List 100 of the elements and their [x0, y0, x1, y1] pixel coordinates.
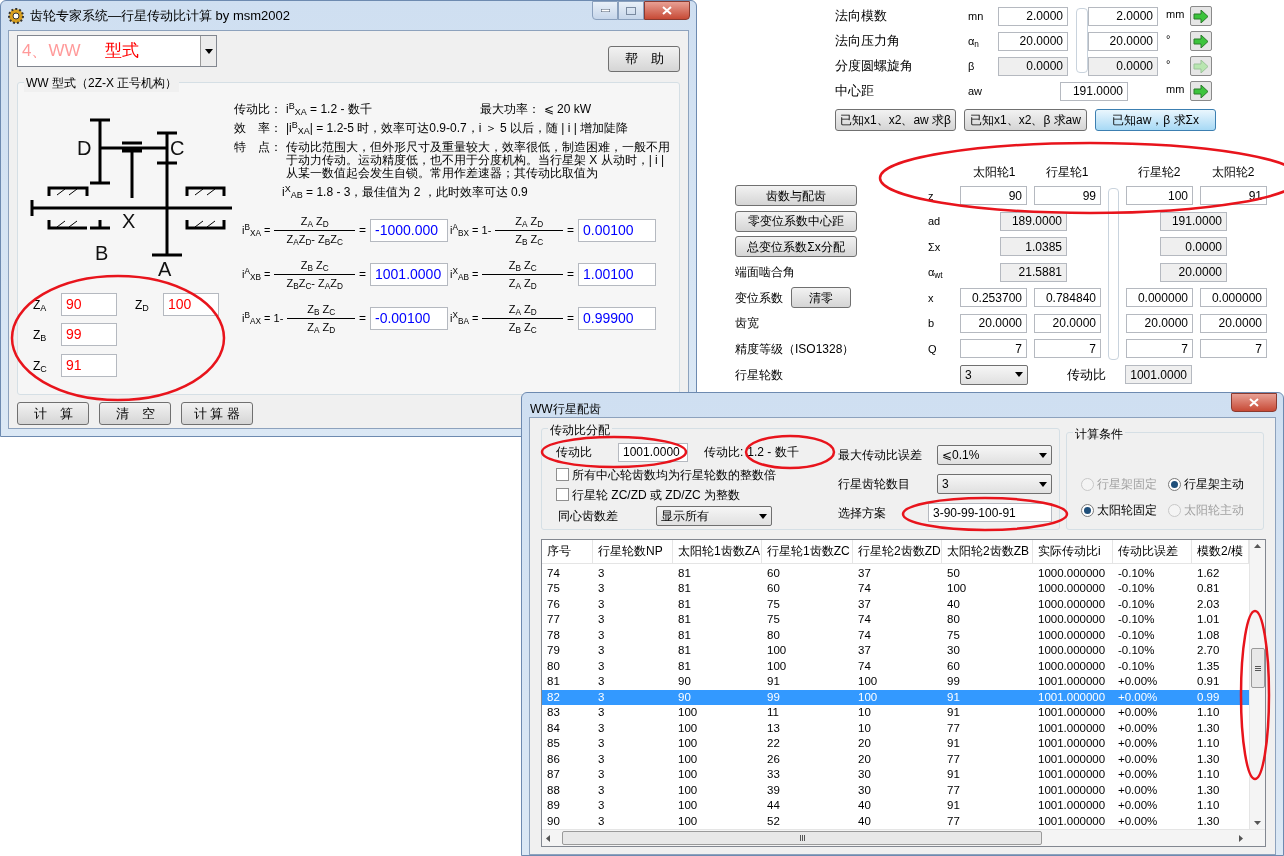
type-select[interactable]: 4、WW 型式 [17, 35, 217, 67]
column-header[interactable]: 太阳轮1齿数ZA [673, 540, 762, 563]
table-row[interactable]: 90 3 100 52 40 77 1001.000000 +0.00% 1.30 [542, 813, 1249, 829]
table-cell-text: 2.03 [1196, 596, 1221, 612]
input-field[interactable]: 2.0000 [1088, 6, 1158, 26]
result-field[interactable]: -1000.000 [370, 218, 448, 242]
radio-button[interactable] [1081, 503, 1094, 517]
checkbox[interactable] [556, 488, 569, 501]
arrow-button[interactable] [1190, 81, 1212, 101]
scroll-thumb[interactable] [1250, 648, 1265, 688]
table-row[interactable]: 74 3 81 60 37 50 1000.000000 -0.10% 1.62 [542, 565, 1249, 581]
dropdown-select[interactable]: 显示所有 [656, 506, 772, 526]
input-field[interactable]: 7 [1200, 339, 1267, 359]
input-field[interactable]: 21.5881 [1000, 262, 1067, 282]
table-row[interactable]: 76 3 81 75 37 40 1000.000000 -0.10% 2.03 [542, 596, 1249, 612]
input-field[interactable]: 90 [960, 186, 1027, 206]
column-header[interactable]: 实际传动比i [1033, 540, 1113, 563]
input-field[interactable]: 20.0000 [1126, 313, 1193, 333]
input-field[interactable]: 1001.0000 [1125, 365, 1192, 384]
table-row[interactable]: 88 3 100 39 30 77 1001.000000 +0.00% 1.30 [542, 782, 1249, 798]
result-field[interactable]: 0.99900 [578, 306, 656, 330]
close-button[interactable] [644, 1, 690, 20]
result-field[interactable]: 1.00100 [578, 262, 656, 286]
help-button[interactable]: 帮 助 [608, 46, 680, 72]
vertical-scrollbar[interactable] [1249, 540, 1265, 829]
table-cell-text: 3 [597, 813, 606, 829]
column-header[interactable]: 序号 [542, 540, 593, 563]
minimize-button[interactable] [592, 1, 618, 20]
table-row[interactable]: 77 3 81 75 74 80 1000.000000 -0.10% 1.01 [542, 612, 1249, 628]
table-row[interactable]: 81 3 90 91 100 99 1001.000000 +0.00% 0.91 [542, 674, 1249, 690]
table-row[interactable]: 86 3 100 26 20 77 1001.000000 +0.00% 1.30 [542, 751, 1249, 767]
maximize-button[interactable] [618, 1, 644, 20]
dropdown-select[interactable]: 3 [937, 474, 1052, 494]
action-button[interactable]: 清 空 [99, 402, 171, 425]
column-header[interactable]: 传动比误差 [1113, 540, 1192, 563]
table-row[interactable]: 75 3 81 60 74 100 1000.000000 -0.10% 0.81 [542, 581, 1249, 597]
horizontal-scrollbar[interactable] [542, 829, 1265, 846]
table-row[interactable]: 87 3 100 33 30 91 1001.000000 +0.00% 1.10 [542, 767, 1249, 783]
input-field[interactable]: 20.0000 [1160, 262, 1227, 282]
input-field[interactable]: 7 [1034, 339, 1101, 359]
arrow-right-icon [1193, 84, 1209, 98]
column-header[interactable]: 行星轮数NP [593, 540, 673, 563]
input-field[interactable]: 1.0385 [1000, 237, 1067, 257]
input-field[interactable]: 20.0000 [1088, 31, 1158, 51]
table-row[interactable]: 85 3 100 22 20 91 1001.000000 +0.00% 1.10 [542, 736, 1249, 752]
action-button[interactable]: 齿数与配齿 [735, 185, 857, 207]
input-field[interactable]: 20.0000 [960, 313, 1027, 333]
solve-button[interactable]: 已知x1、x2、aw 求β [835, 109, 956, 131]
action-button[interactable]: 零变位系数中心距 [735, 210, 857, 232]
input-field[interactable]: 2.0000 [998, 6, 1068, 26]
input-field[interactable]: 7 [960, 339, 1027, 359]
close-button[interactable] [1231, 393, 1277, 412]
table-row[interactable]: 83 3 100 11 10 91 1001.000000 +0.00% 1.10 [542, 705, 1249, 721]
column-header[interactable]: 行星轮1齿数ZC [762, 540, 853, 563]
input-field[interactable]: 1001.0000 [618, 442, 688, 462]
table-cell-text: 1000.000000 [1037, 612, 1107, 628]
input-field[interactable]: 99 [1034, 186, 1101, 206]
input-field[interactable]: 0.784840 [1034, 288, 1101, 308]
table-row[interactable]: 79 3 81 100 37 30 1000.000000 -0.10% 2.70 [542, 643, 1249, 659]
table-row[interactable]: 84 3 100 13 10 77 1001.000000 +0.00% 1.30 [542, 720, 1249, 736]
table-row[interactable]: 80 3 81 100 74 60 1000.000000 -0.10% 1.35 [542, 658, 1249, 674]
checkbox[interactable] [556, 468, 569, 481]
table-row[interactable]: 89 3 100 44 40 91 1001.000000 +0.00% 1.10 [542, 798, 1249, 814]
input-field[interactable]: 7 [1126, 339, 1193, 359]
result-field[interactable]: -0.00100 [370, 306, 448, 330]
input-field[interactable]: 20.0000 [1034, 313, 1101, 333]
column-header[interactable]: 太阳轮2齿数ZB [942, 540, 1033, 563]
table-cell-text: 10 [857, 705, 872, 721]
input-field[interactable]: 99 [61, 323, 117, 346]
result-field[interactable]: 0.00100 [578, 218, 656, 242]
input-field[interactable]: 0.253700 [960, 288, 1027, 308]
table-cell-text: 3 [597, 643, 606, 659]
input-field[interactable]: 91 [61, 354, 117, 377]
action-button[interactable]: 计 算 器 [181, 402, 253, 425]
action-button[interactable]: 计 算 [17, 402, 89, 425]
input-field[interactable]: 0.000000 [1200, 288, 1267, 308]
column-header[interactable]: 行星轮2齿数ZD [853, 540, 942, 563]
arrow-button[interactable] [1190, 6, 1212, 26]
solve-button[interactable]: 已知x1、x2、β 求aw [964, 109, 1087, 131]
action-button[interactable]: 总变位系数Σx分配 [735, 236, 857, 258]
diagram-label: C [170, 138, 185, 158]
input-field[interactable]: 0.0000 [1160, 237, 1227, 257]
dropdown-select[interactable]: ⩽0.1% [937, 445, 1052, 465]
input-field[interactable]: 100 [1126, 186, 1193, 206]
action-button[interactable]: 清零 [791, 287, 851, 309]
arrow-button[interactable] [1190, 31, 1212, 51]
input-field[interactable]: 191.0000 [1060, 81, 1128, 101]
table-row[interactable]: 78 3 81 80 74 75 1000.000000 -0.10% 1.08 [542, 627, 1249, 643]
input-field[interactable]: 20.0000 [998, 31, 1068, 51]
radio-button[interactable] [1168, 477, 1181, 491]
scroll-thumb[interactable] [562, 831, 1042, 845]
result-field[interactable]: 1001.0000 [370, 262, 448, 286]
dropdown-select[interactable]: 3 [960, 364, 1028, 385]
solve-button[interactable]: 已知aw，β 求Σx [1095, 109, 1216, 131]
input-field[interactable]: 191.0000 [1160, 211, 1227, 231]
input-field[interactable]: 90 [61, 293, 117, 316]
input-field[interactable]: 0.000000 [1126, 288, 1193, 308]
input-field[interactable]: 20.0000 [1200, 313, 1267, 333]
input-field[interactable]: 100 [163, 293, 219, 316]
input-field[interactable]: 3-90-99-100-91 [928, 503, 1052, 522]
